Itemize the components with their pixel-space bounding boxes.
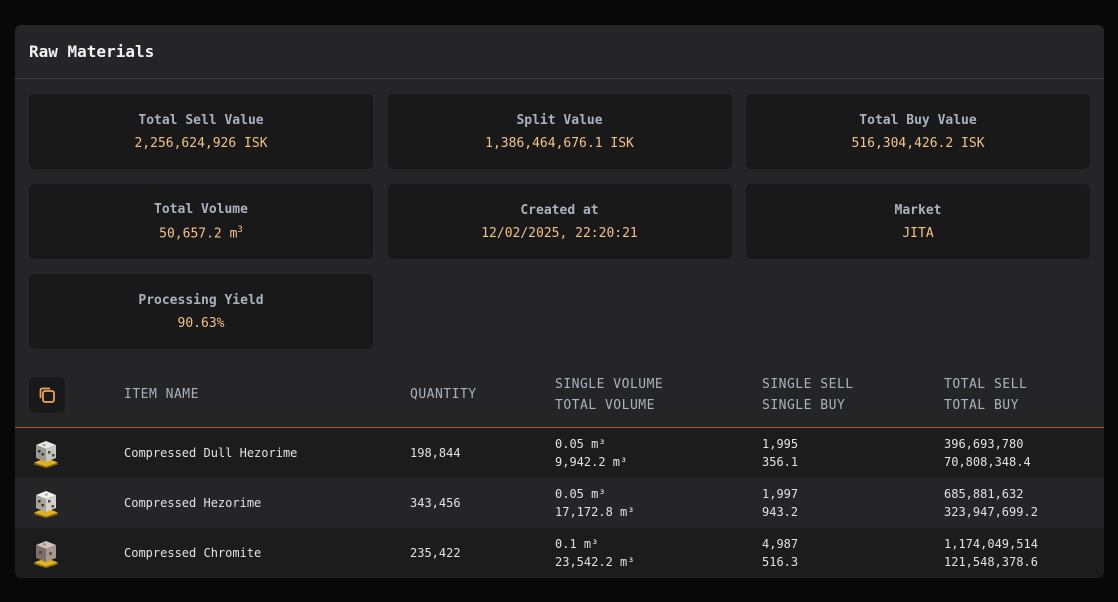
copy-button[interactable] bbox=[29, 377, 65, 413]
item-quantity: 198,844 bbox=[410, 446, 461, 460]
stat-value-superscript: 3 bbox=[237, 224, 243, 235]
copy-icon bbox=[39, 387, 55, 403]
header-single-sell[interactable]: SINGLE SELL bbox=[762, 374, 854, 395]
stat-value: 1,386,464,676.1 ISK bbox=[485, 135, 634, 151]
item-total-volume: 17,172.8 m³ bbox=[555, 505, 635, 519]
table-row: Compressed Chromite 235,422 0.1 m³ 23,54… bbox=[15, 528, 1104, 578]
item-name: Compressed Hezorime bbox=[124, 496, 262, 510]
item-total-sell: 1,174,049,514 bbox=[944, 537, 1038, 551]
item-total-buy: 323,947,699.2 bbox=[944, 505, 1038, 519]
item-single-volume: 0.1 m³ bbox=[555, 537, 599, 551]
stat-label: Split Value bbox=[516, 112, 603, 128]
chromite-ore-icon bbox=[33, 541, 59, 568]
stat-value: 2,256,624,926 ISK bbox=[134, 135, 268, 151]
header-volume: SINGLE VOLUME TOTAL VOLUME bbox=[555, 374, 663, 416]
stat-processing-yield: Processing Yield 90.63% bbox=[29, 274, 373, 349]
stat-market: Market JITA bbox=[746, 184, 1090, 259]
stat-value: 50,657.2 m3 bbox=[159, 225, 243, 241]
item-single-volume: 0.05 m³ bbox=[555, 437, 606, 451]
stat-total-buy-value: Total Buy Value 516,304,426.2 ISK bbox=[746, 94, 1090, 169]
item-single-sell: 1,995 bbox=[762, 437, 799, 451]
item-total-buy: 121,548,378.6 bbox=[944, 555, 1038, 569]
header-single-buy[interactable]: SINGLE BUY bbox=[762, 395, 854, 416]
table-row: Compressed Hezorime 343,456 0.05 m³ 17,1… bbox=[15, 478, 1104, 528]
header-total-price: TOTAL SELL TOTAL BUY bbox=[944, 374, 1027, 416]
table-header: ITEM NAME QUANTITY SINGLE VOLUME TOTAL V… bbox=[15, 365, 1104, 428]
item-quantity: 235,422 bbox=[410, 546, 461, 560]
stat-label: Total Buy Value bbox=[859, 112, 977, 128]
item-single-price: 1,995 356.1 bbox=[762, 435, 798, 471]
item-total-volume: 9,942.2 m³ bbox=[555, 455, 628, 469]
stat-label: Total Volume bbox=[154, 201, 248, 217]
stat-value: JITA bbox=[902, 225, 934, 241]
item-single-price: 1,997 943.2 bbox=[762, 485, 798, 521]
header-single-price: SINGLE SELL SINGLE BUY bbox=[762, 374, 854, 416]
header-single-volume[interactable]: SINGLE VOLUME bbox=[555, 374, 663, 395]
item-volume: 0.1 m³ 23,542.2 m³ bbox=[555, 535, 634, 571]
panel-title: Raw Materials bbox=[29, 42, 155, 61]
item-name: Compressed Dull Hezorime bbox=[124, 446, 298, 460]
stat-total-volume: Total Volume 50,657.2 m3 bbox=[29, 184, 373, 259]
stat-value: 90.63% bbox=[177, 315, 225, 331]
item-volume: 0.05 m³ 17,172.8 m³ bbox=[555, 485, 634, 521]
stat-label: Created at bbox=[520, 202, 599, 218]
item-total-sell: 396,693,780 bbox=[944, 437, 1024, 451]
item-single-sell: 1,997 bbox=[762, 487, 799, 501]
item-total-price: 685,881,632 323,947,699.2 bbox=[944, 485, 1038, 521]
stat-total-sell-value: Total Sell Value 2,256,624,926 ISK bbox=[29, 94, 373, 169]
item-volume: 0.05 m³ 9,942.2 m³ bbox=[555, 435, 627, 471]
stat-label: Market bbox=[894, 202, 942, 218]
item-quantity: 343,456 bbox=[410, 496, 461, 510]
item-total-buy: 70,808,348.4 bbox=[944, 455, 1031, 469]
table-row: Compressed Dull Hezorime 198,844 0.05 m³… bbox=[15, 428, 1104, 478]
stat-label: Total Sell Value bbox=[138, 112, 264, 128]
item-total-price: 1,174,049,514 121,548,378.6 bbox=[944, 535, 1038, 571]
stat-label: Processing Yield bbox=[138, 292, 264, 308]
panel-header: Raw Materials bbox=[15, 25, 1104, 79]
header-total-sell[interactable]: TOTAL SELL bbox=[944, 374, 1027, 395]
item-name: Compressed Chromite bbox=[124, 546, 262, 560]
stat-value: 12/02/2025, 22:20:21 bbox=[481, 225, 638, 241]
raw-materials-panel: Raw Materials Total Sell Value 2,256,624… bbox=[15, 25, 1104, 578]
stat-value-number: 50,657.2 m bbox=[159, 226, 238, 242]
header-total-buy[interactable]: TOTAL BUY bbox=[944, 395, 1027, 416]
item-total-price: 396,693,780 70,808,348.4 bbox=[944, 435, 1031, 471]
stats-grid: Total Sell Value 2,256,624,926 ISK Split… bbox=[29, 94, 1090, 349]
item-total-volume: 23,542.2 m³ bbox=[555, 555, 635, 569]
item-single-buy: 356.1 bbox=[762, 455, 799, 469]
item-single-sell: 4,987 bbox=[762, 537, 799, 551]
stat-created-at: Created at 12/02/2025, 22:20:21 bbox=[387, 184, 732, 259]
stat-split-value: Split Value 1,386,464,676.1 ISK bbox=[387, 94, 732, 169]
item-single-price: 4,987 516.3 bbox=[762, 535, 798, 571]
dull-hezorime-ore-icon bbox=[33, 441, 59, 468]
item-total-sell: 685,881,632 bbox=[944, 487, 1024, 501]
hezorime-ore-icon bbox=[33, 491, 59, 518]
header-total-volume[interactable]: TOTAL VOLUME bbox=[555, 395, 663, 416]
header-quantity[interactable]: QUANTITY bbox=[410, 384, 477, 405]
header-item-name[interactable]: ITEM NAME bbox=[124, 384, 199, 405]
item-single-volume: 0.05 m³ bbox=[555, 487, 606, 501]
item-single-buy: 943.2 bbox=[762, 505, 799, 519]
items-table-body: Compressed Dull Hezorime 198,844 0.05 m³… bbox=[15, 428, 1104, 578]
item-single-buy: 516.3 bbox=[762, 555, 799, 569]
stat-value: 516,304,426.2 ISK bbox=[851, 135, 985, 151]
